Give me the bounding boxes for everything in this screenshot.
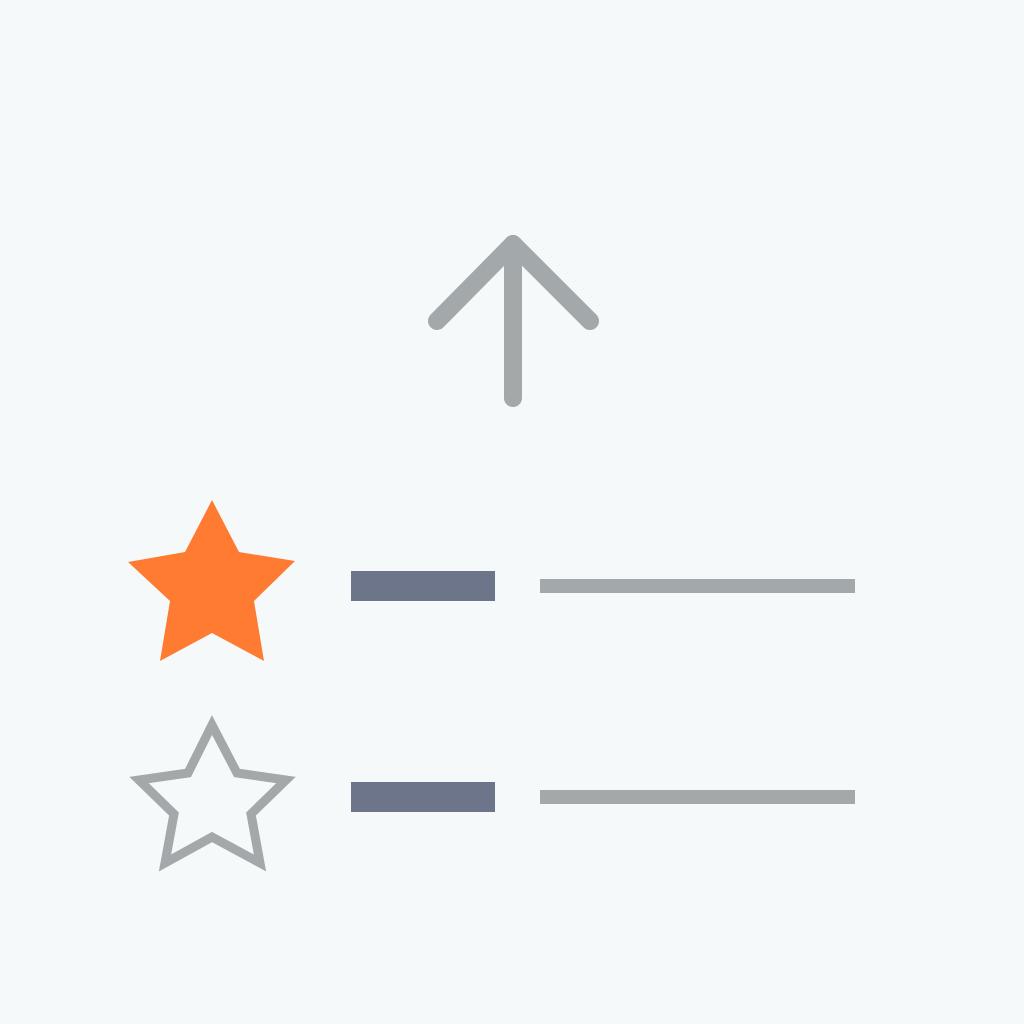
item-detail-placeholder: [540, 790, 855, 804]
arrow-up-icon: [428, 235, 599, 407]
list-item: [0, 705, 1024, 885]
item-detail-placeholder: [540, 579, 855, 593]
list-item: [0, 490, 1024, 680]
sort-by-favorites-illustration: [0, 0, 1024, 1024]
item-title-placeholder: [351, 782, 495, 812]
star-outline-icon: [129, 715, 296, 872]
item-title-placeholder: [351, 571, 495, 601]
star-filled-icon: [128, 500, 295, 661]
